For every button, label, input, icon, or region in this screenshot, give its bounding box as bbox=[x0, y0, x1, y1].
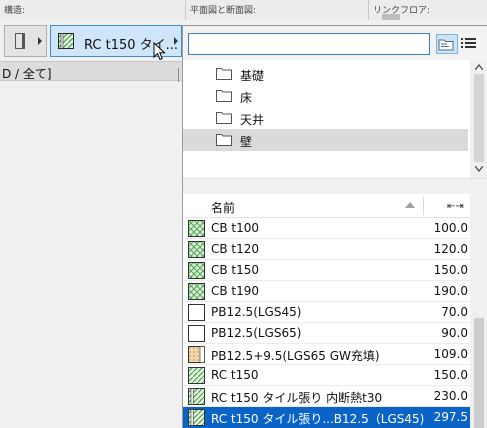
item-thickness: 230.0 bbox=[433, 389, 468, 403]
item-thickness: 90.0 bbox=[441, 326, 468, 340]
scroll-thumb[interactable] bbox=[474, 318, 484, 428]
folder-item-foundation[interactable]: 基礎 bbox=[183, 63, 468, 85]
item-name: PB12.5(LGS45) bbox=[211, 305, 302, 319]
list-item[interactable]: CB t120 120.0 bbox=[183, 239, 470, 260]
folder-label: 床 bbox=[240, 91, 253, 105]
folder-icon bbox=[216, 112, 232, 124]
expand-arrow-icon bbox=[38, 37, 42, 45]
item-thickness: 190.0 bbox=[433, 284, 468, 298]
list-item[interactable]: PB12.5+9.5(LGS65 GW充填) 109.0 bbox=[183, 344, 470, 365]
top-label-strip: 構造: 平面図と断面図: リンクフロア: bbox=[0, 0, 487, 20]
column-header-name[interactable]: 名前 bbox=[211, 199, 235, 216]
header-divider bbox=[185, 0, 186, 20]
scroll-thumb[interactable] bbox=[474, 74, 484, 162]
folder-icon bbox=[216, 134, 232, 146]
item-name: CB t150 bbox=[211, 263, 260, 277]
material-swatch-icon bbox=[188, 283, 205, 300]
item-name: CB t100 bbox=[211, 221, 260, 235]
folder-view-icon bbox=[438, 39, 454, 51]
material-swatch-icon bbox=[188, 388, 205, 405]
item-thickness: 297.5 bbox=[433, 410, 468, 424]
material-swatch-icon bbox=[188, 409, 205, 426]
search-input[interactable] bbox=[188, 33, 430, 55]
list-item[interactable]: PB12.5(LGS45) 70.0 bbox=[183, 302, 470, 323]
search-bar bbox=[183, 26, 487, 60]
thickness-column-icon[interactable]: ⇤⇥ bbox=[447, 201, 464, 212]
list-view-icon bbox=[461, 38, 476, 48]
list-item[interactable]: CB t190 190.0 bbox=[183, 281, 470, 302]
structure-picker-popup: 基礎 床 天井 壁 名前 ⇤⇥ CB t100 100.0 CB t120 120.0… bbox=[182, 25, 487, 428]
layer-field[interactable]: D / 全て] bbox=[0, 61, 182, 81]
door-icon bbox=[15, 33, 25, 49]
material-swatch-icon bbox=[188, 367, 205, 384]
material-swatch-icon bbox=[188, 346, 205, 363]
wall-type-button[interactable] bbox=[4, 25, 47, 57]
list-scrollbar[interactable] bbox=[470, 194, 487, 428]
folder-tree: 基礎 床 天井 壁 bbox=[183, 60, 487, 178]
item-name: PB12.5(LGS65) bbox=[211, 326, 302, 340]
item-name: RC t150 タイル張り 内断熱t30 bbox=[211, 391, 383, 405]
folder-item-wall[interactable]: 壁 bbox=[183, 129, 468, 151]
folder-label: 基礎 bbox=[240, 69, 265, 83]
sort-ascending-icon[interactable] bbox=[405, 202, 415, 208]
column-divider[interactable] bbox=[423, 197, 424, 215]
item-name: RC t150 bbox=[211, 368, 259, 382]
layer-text: D / 全て] bbox=[2, 67, 52, 81]
list-header: 名前 ⇤⇥ bbox=[183, 194, 470, 218]
list-item[interactable]: CB t100 100.0 bbox=[183, 218, 470, 239]
scroll-down-icon[interactable] bbox=[475, 166, 483, 172]
mouse-cursor-icon bbox=[153, 42, 166, 61]
item-thickness: 70.0 bbox=[441, 305, 468, 319]
item-thickness: 150.0 bbox=[433, 368, 468, 382]
folder-icon bbox=[216, 90, 232, 102]
list-item[interactable]: CB t150 150.0 bbox=[183, 260, 470, 281]
item-name: PB12.5+9.5(LGS65 GW充填) bbox=[211, 349, 380, 363]
folder-item-ceiling[interactable]: 天井 bbox=[183, 107, 468, 129]
link-floor-control[interactable] bbox=[382, 14, 400, 20]
material-swatch-icon bbox=[188, 304, 205, 321]
material-swatch-icon bbox=[188, 325, 205, 342]
item-name: RC t150 タイル張り...B12.5（LGS45) bbox=[211, 412, 425, 426]
splitter[interactable] bbox=[183, 178, 487, 194]
item-thickness: 100.0 bbox=[433, 221, 468, 235]
structure-label: 構造: bbox=[4, 6, 26, 16]
list-item[interactable]: RC t150 タイル張り...B12.5（LGS45) 297.5 bbox=[183, 407, 470, 428]
material-swatch-icon bbox=[188, 241, 205, 258]
list-item[interactable]: PB12.5(LGS65) 90.0 bbox=[183, 323, 470, 344]
folder-item-floor[interactable]: 床 bbox=[183, 85, 468, 107]
folder-icon bbox=[216, 68, 232, 80]
material-swatch-icon bbox=[188, 220, 205, 237]
structure-list: 名前 ⇤⇥ CB t100 100.0 CB t120 120.0 CB t150 150… bbox=[183, 194, 487, 428]
folder-view-button[interactable] bbox=[436, 34, 458, 54]
field-edge bbox=[178, 68, 179, 82]
list-view-button[interactable] bbox=[459, 34, 481, 54]
item-name: CB t190 bbox=[211, 284, 260, 298]
item-thickness: 109.0 bbox=[433, 347, 468, 361]
settings-panel: RC t150 タイ... D / 全て] bbox=[0, 20, 182, 428]
folder-label: 天井 bbox=[240, 113, 265, 127]
item-name: CB t120 bbox=[211, 242, 260, 256]
list-item[interactable]: RC t150 タイル張り 内断熱t30 230.0 bbox=[183, 386, 470, 407]
expand-arrow-icon bbox=[174, 37, 178, 45]
material-swatch-icon bbox=[188, 262, 205, 279]
scroll-up-icon[interactable] bbox=[475, 64, 483, 70]
item-thickness: 150.0 bbox=[433, 263, 468, 277]
list-item[interactable]: RC t150 150.0 bbox=[183, 365, 470, 386]
item-thickness: 120.0 bbox=[433, 242, 468, 256]
plan-section-label: 平面図と断面図: bbox=[190, 6, 257, 16]
folder-label: 壁 bbox=[240, 135, 253, 149]
header-divider bbox=[368, 0, 369, 20]
tree-scrollbar[interactable] bbox=[470, 60, 487, 178]
composite-swatch-icon bbox=[58, 33, 74, 49]
